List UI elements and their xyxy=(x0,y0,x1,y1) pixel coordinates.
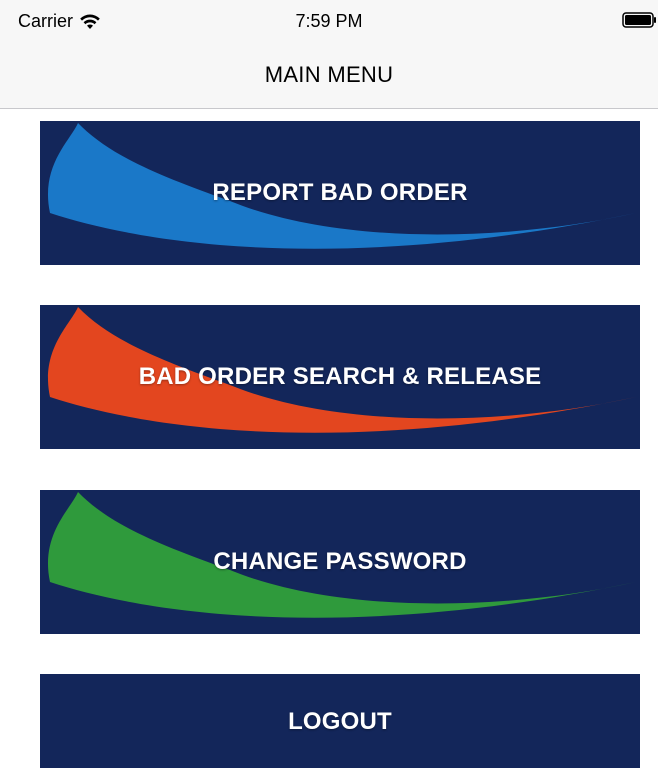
navigation-bar: MAIN MENU xyxy=(0,44,658,109)
change-password-button[interactable]: CHANGE PASSWORD xyxy=(40,490,640,634)
battery-icon xyxy=(622,12,656,28)
menu-item-label: CHANGE PASSWORD xyxy=(213,548,467,575)
report-bad-order-button[interactable]: REPORT BAD ORDER xyxy=(40,121,640,265)
menu-item-label: LOGOUT xyxy=(288,708,392,735)
logout-button[interactable]: LOGOUT xyxy=(40,674,640,768)
status-bar: Carrier 7:59 PM xyxy=(0,0,658,44)
page-title: MAIN MENU xyxy=(264,62,394,87)
menu-item-label: REPORT BAD ORDER xyxy=(212,179,468,206)
status-time: 7:59 PM xyxy=(295,11,363,31)
bad-order-search-release-button[interactable]: BAD ORDER SEARCH & RELEASE xyxy=(40,305,640,449)
menu-item-label: BAD ORDER SEARCH & RELEASE xyxy=(138,363,542,390)
